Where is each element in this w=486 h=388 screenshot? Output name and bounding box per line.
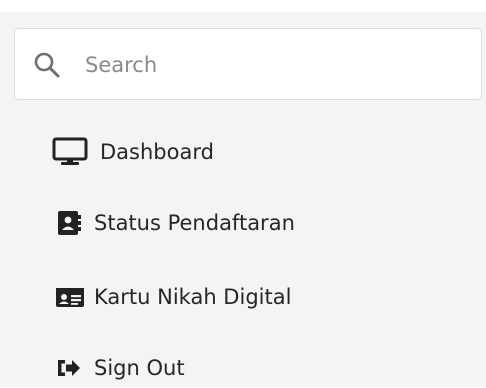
search-input[interactable] bbox=[85, 45, 465, 85]
top-strip bbox=[0, 0, 486, 12]
search-box[interactable] bbox=[14, 28, 482, 100]
menu-item-sign-out[interactable]: Sign Out bbox=[52, 348, 472, 388]
menu-item-label: Dashboard bbox=[100, 140, 214, 164]
menu-item-dashboard[interactable]: Dashboard bbox=[52, 132, 472, 172]
menu-item-label: Sign Out bbox=[94, 356, 185, 380]
menu-item-label: Kartu Nikah Digital bbox=[94, 285, 292, 309]
id-card-icon bbox=[52, 277, 92, 317]
search-icon bbox=[34, 52, 60, 78]
menu-item-kartu-nikah-digital[interactable]: Kartu Nikah Digital bbox=[52, 277, 472, 317]
menu-item-status-pendaftaran[interactable]: Status Pendaftaran bbox=[52, 203, 472, 243]
menu-item-label: Status Pendaftaran bbox=[94, 211, 295, 235]
sign-out-icon bbox=[52, 348, 92, 388]
sidebar: Dashboard Status Pendaftaran bbox=[0, 0, 486, 387]
monitor-icon bbox=[52, 132, 92, 172]
contact-book-icon bbox=[52, 203, 92, 243]
